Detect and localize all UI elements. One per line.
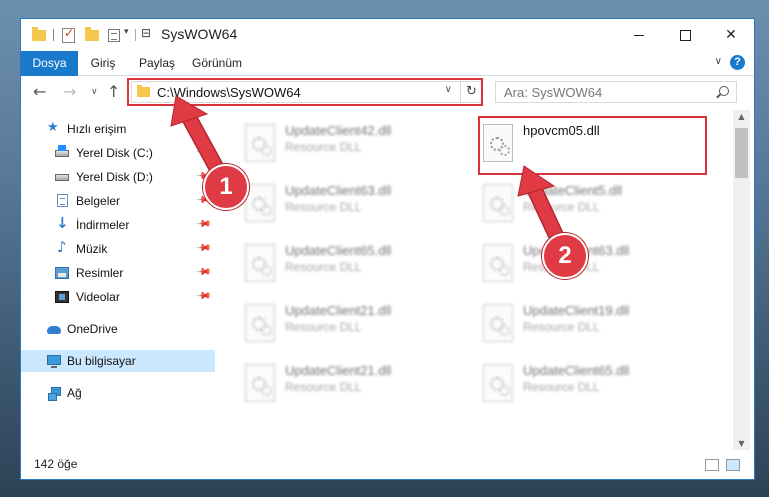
- callout-arrows: [170, 95, 568, 252]
- callout-badge-2: 2: [542, 233, 588, 279]
- callout-badge-1: 1: [203, 164, 249, 210]
- callout-arrow-2: [517, 165, 568, 252]
